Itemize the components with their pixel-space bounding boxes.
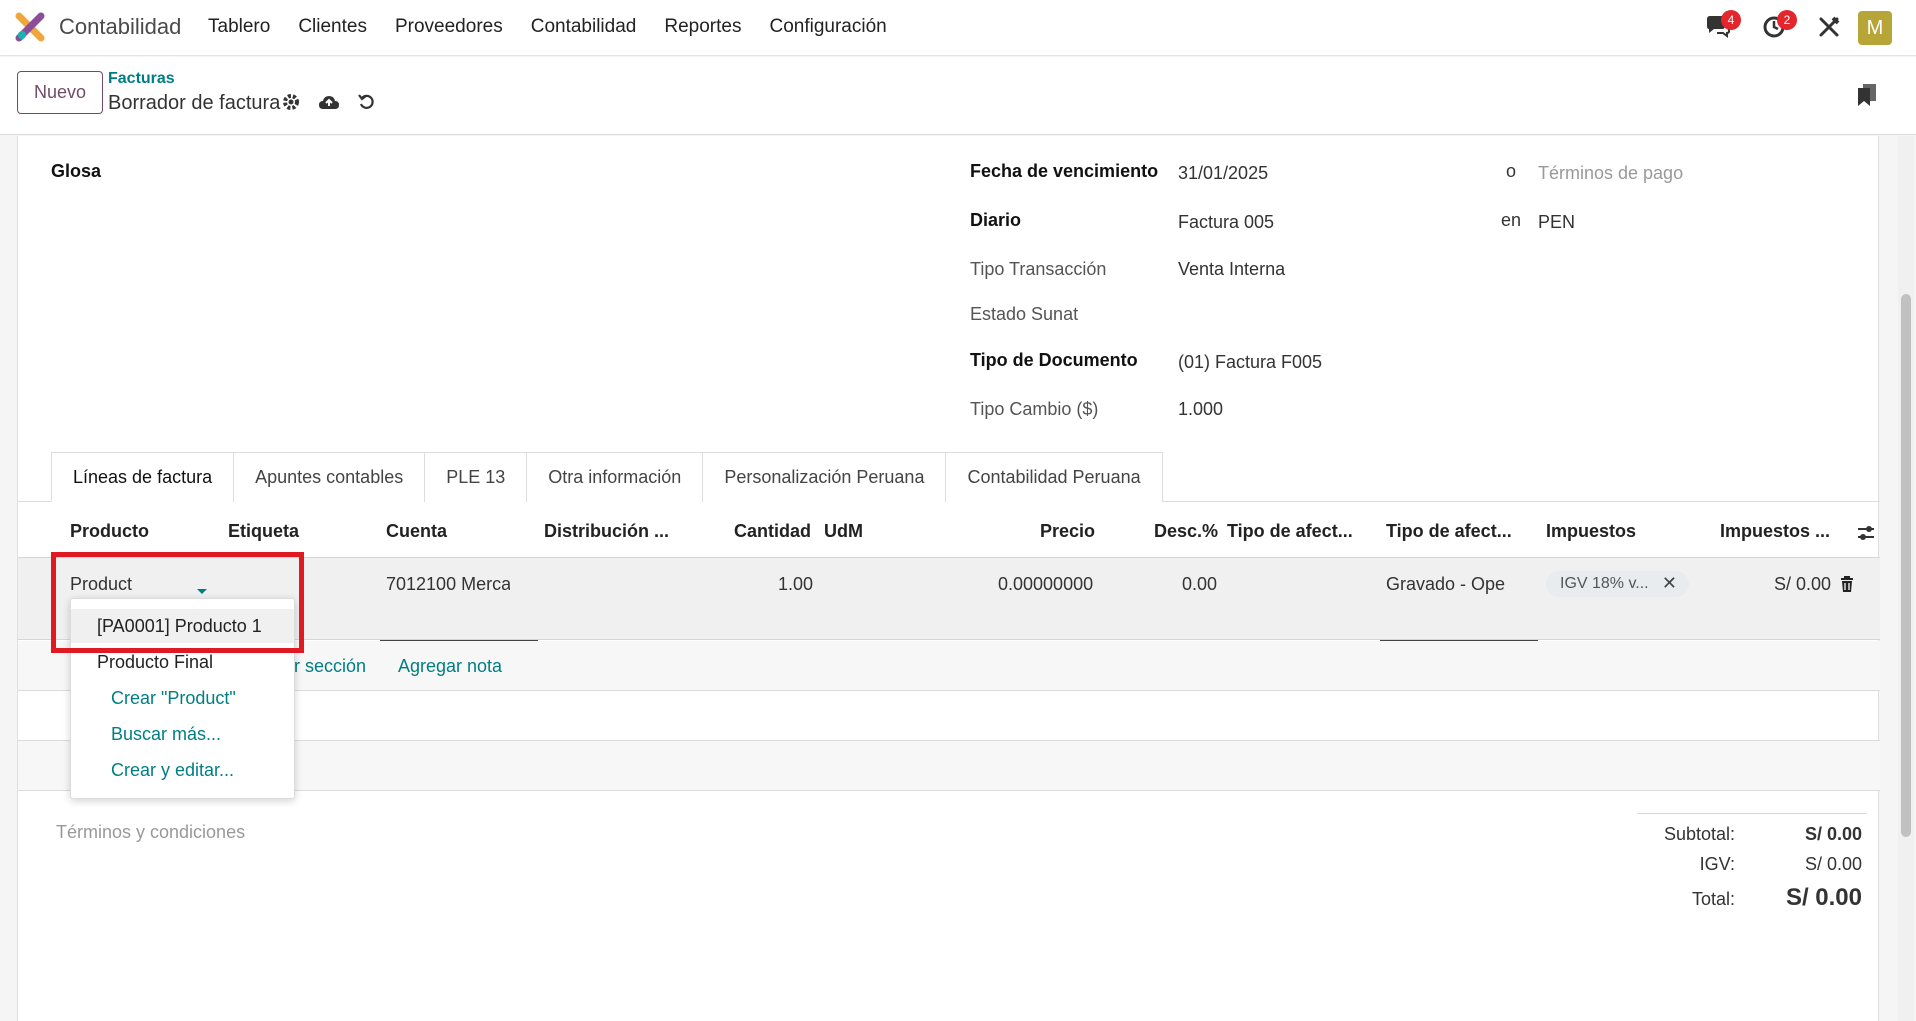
journal-field[interactable]: Factura 005 xyxy=(1178,212,1274,233)
scrollbar-thumb[interactable] xyxy=(1901,294,1911,837)
tab-peruvian-accounting[interactable]: Contabilidad Peruana xyxy=(945,452,1163,502)
tab-other-info[interactable]: Otra información xyxy=(526,452,704,502)
account-field[interactable]: 7012100 Merca xyxy=(386,574,510,595)
tab-peruvian-customization[interactable]: Personalización Peruana xyxy=(702,452,947,502)
menu-configuracion[interactable]: Configuración xyxy=(769,16,886,38)
total-label: Total: xyxy=(1691,889,1735,909)
exchange-rate-label: Tipo Cambio ($) xyxy=(970,399,1099,419)
col-precio[interactable]: Precio xyxy=(1040,521,1095,542)
discard-changes-icon[interactable] xyxy=(358,93,376,111)
main-menu: Tablero Clientes Proveedores Contabilida… xyxy=(208,16,915,38)
messages-badge: 4 xyxy=(1721,10,1741,30)
col-tipo-afectacion-2[interactable]: Tipo de afect... xyxy=(1386,521,1512,542)
igv-value: S/ 0.00 xyxy=(1804,854,1862,874)
record-actions xyxy=(282,93,394,111)
transaction-type-field[interactable]: Venta Interna xyxy=(1178,259,1285,280)
notebook-tabs: Líneas de factura Apuntes contables PLE … xyxy=(51,452,1163,502)
trash-icon[interactable] xyxy=(1840,576,1854,598)
control-panel: Nuevo Facturas Borrador de factura xyxy=(0,57,1916,135)
total-value: S/ 0.00 xyxy=(1785,884,1862,911)
messages-button[interactable]: 4 xyxy=(1703,10,1741,42)
sunat-status-label: Estado Sunat xyxy=(970,304,1079,324)
or-label: o xyxy=(1506,161,1517,181)
subtotal-value: S/ 0.00 xyxy=(1804,824,1862,844)
row-divider xyxy=(18,790,1880,791)
in-label: en xyxy=(1501,210,1522,230)
dropdown-search-more[interactable]: Buscar más... xyxy=(71,717,294,751)
activities-badge: 2 xyxy=(1777,10,1797,30)
col-udm[interactable]: UdM xyxy=(824,521,863,542)
add-note-link[interactable]: Agregar nota xyxy=(398,656,502,677)
app-name: Contabilidad xyxy=(59,14,182,39)
user-avatar[interactable]: M xyxy=(1858,11,1892,45)
row-divider xyxy=(18,690,1880,691)
document-type-field[interactable]: (01) Factura F005 xyxy=(1178,352,1322,373)
debug-tools-button[interactable] xyxy=(1814,12,1844,42)
highlight-box xyxy=(51,552,304,653)
tab-invoice-lines[interactable]: Líneas de factura xyxy=(51,452,235,502)
tax-tag[interactable]: IGV 18% v... ✕ xyxy=(1546,571,1689,597)
accounting-app-icon xyxy=(15,12,45,42)
menu-contabilidad[interactable]: Contabilidad xyxy=(531,16,637,38)
totals-divider xyxy=(1638,813,1866,814)
dropdown-create-product[interactable]: Crear "Product" xyxy=(71,681,294,715)
col-etiqueta[interactable]: Etiqueta xyxy=(228,521,299,542)
scrollbar[interactable] xyxy=(1898,136,1914,1021)
col-distribucion[interactable]: Distribución ... xyxy=(544,521,669,542)
bookmark-icon[interactable] xyxy=(1856,83,1878,112)
journal-label: Diario xyxy=(970,210,1022,230)
breadcrumb-current: Borrador de factura xyxy=(108,92,281,114)
dropdown-create-edit[interactable]: Crear y editar... xyxy=(71,753,294,787)
add-section-link[interactable]: ar sección xyxy=(284,656,366,677)
tax-tag-label: IGV 18% v... xyxy=(1560,575,1649,592)
col-cuenta[interactable]: Cuenta xyxy=(386,521,447,542)
igv-label: IGV: xyxy=(1699,854,1735,874)
due-date-label: Fecha de vencimiento xyxy=(970,161,1159,181)
col-tipo-afectacion-1[interactable]: Tipo de afect... xyxy=(1227,521,1353,542)
new-button[interactable]: Nuevo xyxy=(17,71,103,114)
payment-terms-field[interactable]: Términos de pago xyxy=(1538,163,1683,184)
quantity-field[interactable]: 1.00 xyxy=(778,574,813,595)
exchange-rate-field[interactable]: 1.000 xyxy=(1178,399,1223,420)
gear-icon[interactable] xyxy=(282,93,300,111)
col-cantidad[interactable]: Cantidad xyxy=(734,521,811,542)
menu-proveedores[interactable]: Proveedores xyxy=(395,16,503,38)
col-impuestos[interactable]: Impuestos xyxy=(1546,521,1636,542)
tax-total-field: S/ 0.00 xyxy=(1774,574,1832,594)
terms-conditions-field[interactable]: Términos y condiciones xyxy=(56,822,245,843)
remove-tag-icon[interactable]: ✕ xyxy=(1662,573,1677,594)
tab-ple-13[interactable]: PLE 13 xyxy=(424,452,528,502)
column-settings-icon[interactable] xyxy=(1856,523,1876,548)
due-date-field[interactable]: 31/01/2025 xyxy=(1178,163,1268,184)
subtotal-label: Subtotal: xyxy=(1663,824,1735,844)
menu-clientes[interactable]: Clientes xyxy=(298,16,367,38)
menu-reportes[interactable]: Reportes xyxy=(664,16,741,38)
document-type-label: Tipo de Documento xyxy=(970,350,1138,370)
menu-tablero[interactable]: Tablero xyxy=(208,16,270,38)
col-descuento[interactable]: Desc.% xyxy=(1154,521,1218,542)
top-navbar: Contabilidad Tablero Clientes Proveedore… xyxy=(0,0,1916,56)
currency-field[interactable]: PEN xyxy=(1538,212,1575,233)
discount-field[interactable]: 0.00 xyxy=(1182,574,1217,595)
cloud-save-icon[interactable] xyxy=(318,93,340,111)
breadcrumb-facturas[interactable]: Facturas xyxy=(108,70,175,88)
price-field[interactable]: 0.00000000 xyxy=(998,574,1093,595)
activities-button[interactable]: 2 xyxy=(1759,10,1797,42)
empty-row xyxy=(18,741,1880,790)
glosa-label: Glosa xyxy=(51,161,102,181)
tools-icon xyxy=(1819,16,1840,37)
transaction-type-label: Tipo Transacción xyxy=(970,259,1107,279)
tab-journal-items[interactable]: Apuntes contables xyxy=(233,452,426,502)
affectation-type-field[interactable]: Gravado - Ope xyxy=(1386,574,1522,595)
col-producto[interactable]: Producto xyxy=(70,521,149,542)
col-impuestos-total[interactable]: Impuestos ... xyxy=(1720,521,1830,542)
app-brand[interactable]: Contabilidad xyxy=(15,12,181,42)
